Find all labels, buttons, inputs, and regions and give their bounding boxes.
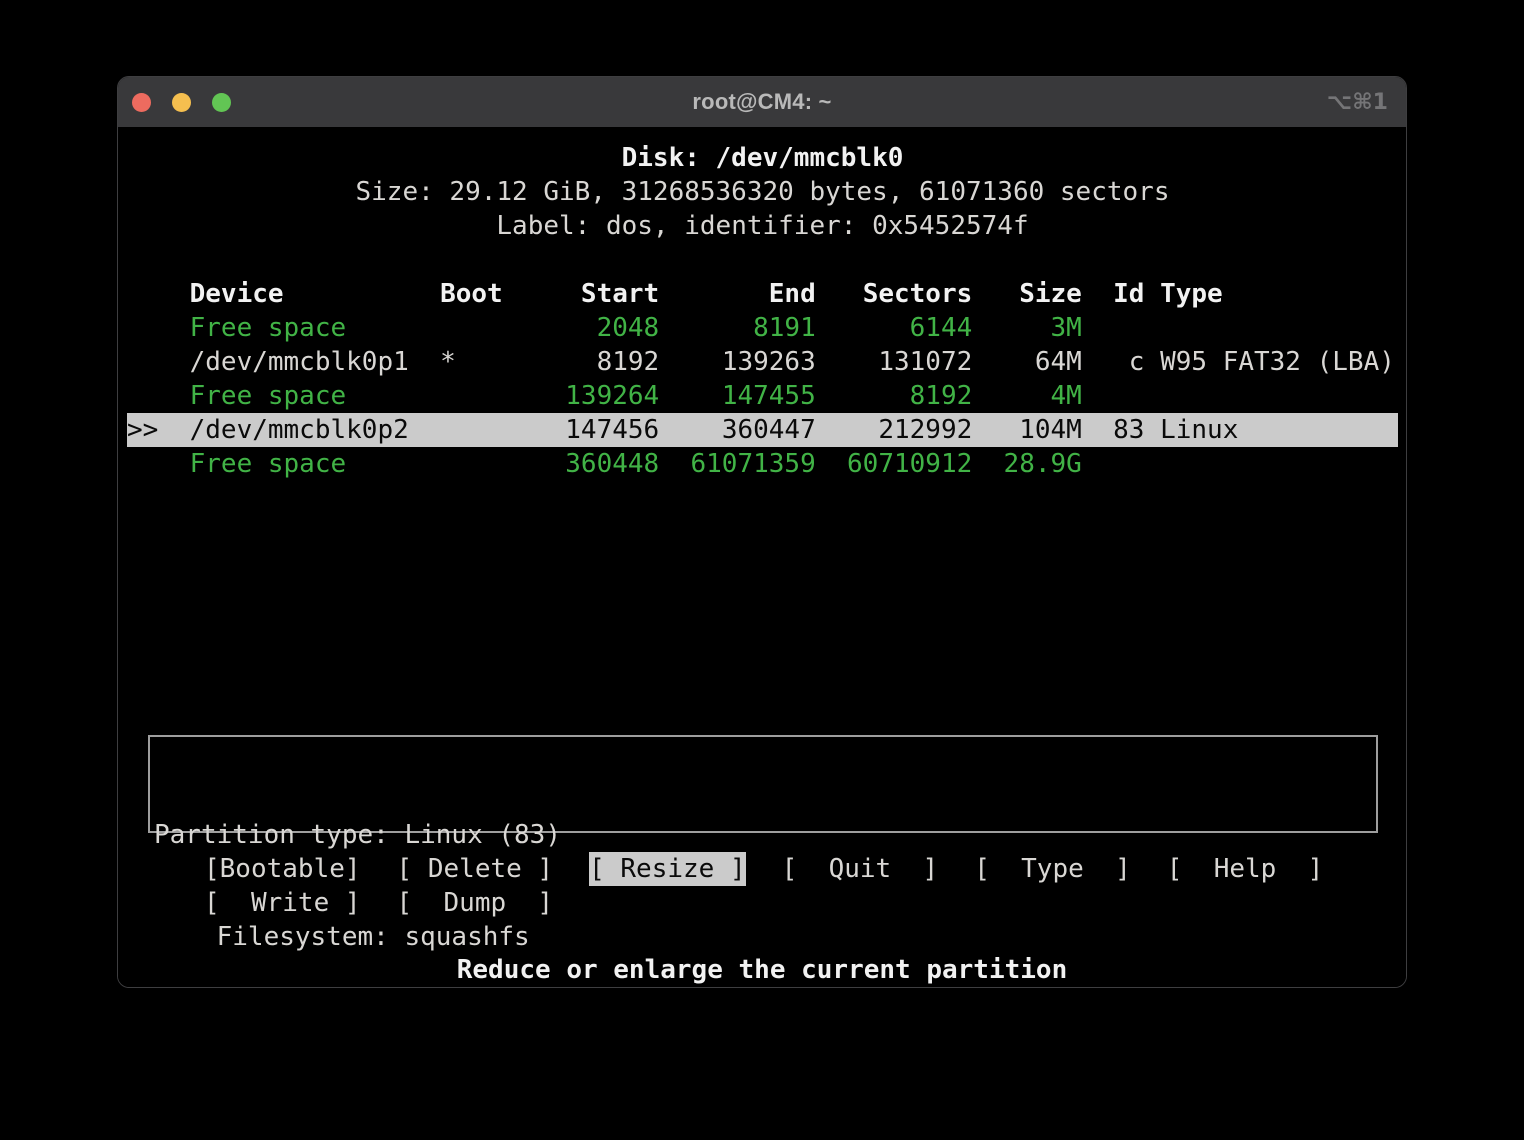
- partition-type-line: Partition type: Linux (83): [154, 818, 1372, 852]
- selection-marker: >>: [127, 413, 190, 447]
- col-header-device: Device: [190, 277, 440, 311]
- cell-size: 3M: [972, 311, 1082, 345]
- free-space-row[interactable]: Free space 360448 61071359 60710912 28.9…: [127, 447, 1398, 481]
- partition-info-box: Partition type: Linux (83) Filesystem: s…: [148, 735, 1378, 833]
- cell-start: 360448: [503, 447, 660, 481]
- col-header-sectors: Sectors: [816, 277, 973, 311]
- zoom-button[interactable]: [212, 93, 231, 112]
- cell-device: Free space: [190, 379, 440, 413]
- cell-id: [1082, 311, 1145, 345]
- cell-start: 139264: [503, 379, 660, 413]
- free-space-row[interactable]: Free space 2048 8191 6144 3M: [127, 311, 1398, 345]
- cell-size: 64M: [972, 345, 1082, 379]
- table-header-row: Device Boot Start End Sectors Size Id Ty…: [127, 277, 1398, 311]
- cell-size: 104M: [972, 413, 1082, 447]
- cell-start: 8192: [503, 345, 660, 379]
- cell-boot: [440, 447, 503, 481]
- partition-row-selected[interactable]: >> /dev/mmcblk0p2 147456 360447 212992 1…: [127, 413, 1398, 447]
- cell-device: Free space: [190, 447, 440, 481]
- cell-boot: *: [440, 345, 503, 379]
- terminal-window: root@CM4: ~ ⌥⌘1 Disk: /dev/mmcblk0 Size:…: [117, 76, 1407, 988]
- window-shortcut-badge: ⌥⌘1: [1327, 77, 1388, 127]
- col-header-boot: Boot: [440, 277, 503, 311]
- menu-item-quit[interactable]: [ Quit ]: [782, 852, 939, 886]
- cell-type: [1144, 447, 1398, 481]
- cell-end: 61071359: [659, 447, 816, 481]
- cell-sectors: 6144: [816, 311, 973, 345]
- cell-size: 4M: [972, 379, 1082, 413]
- cell-type: [1144, 379, 1398, 413]
- menu-row-1: [Bootable] [ Delete ] [ Resize ] [ Quit …: [118, 852, 1406, 886]
- menu-item-write[interactable]: [ Write ]: [204, 886, 361, 920]
- menu-item-delete[interactable]: [ Delete ]: [397, 852, 554, 886]
- titlebar: root@CM4: ~ ⌥⌘1: [118, 77, 1406, 127]
- cell-id: 83: [1082, 413, 1145, 447]
- cell-size: 28.9G: [972, 447, 1082, 481]
- cell-boot: [440, 413, 503, 447]
- disk-size-line: Size: 29.12 GiB, 31268536320 bytes, 6107…: [127, 175, 1398, 209]
- cell-boot: [440, 379, 503, 413]
- close-button[interactable]: [132, 93, 151, 112]
- cell-id: [1082, 379, 1145, 413]
- menu-row-2: [ Write ] [ Dump ]: [118, 886, 1406, 920]
- cell-sectors: 60710912: [816, 447, 973, 481]
- cell-end: 8191: [659, 311, 816, 345]
- col-header-end: End: [659, 277, 816, 311]
- col-header-size: Size: [972, 277, 1082, 311]
- menu-item-dump[interactable]: [ Dump ]: [397, 886, 554, 920]
- free-space-row[interactable]: Free space 139264 147455 8192 4M: [127, 379, 1398, 413]
- menu-item-help[interactable]: [ Help ]: [1167, 852, 1324, 886]
- cell-device: /dev/mmcblk0p1: [190, 345, 440, 379]
- cell-boot: [440, 311, 503, 345]
- cell-end: 147455: [659, 379, 816, 413]
- cell-end: 360447: [659, 413, 816, 447]
- cell-end: 139263: [659, 345, 816, 379]
- cell-sectors: 8192: [816, 379, 973, 413]
- cell-start: 2048: [503, 311, 660, 345]
- cell-type: [1144, 311, 1398, 345]
- terminal-content: Disk: /dev/mmcblk0 Size: 29.12 GiB, 3126…: [118, 127, 1406, 988]
- col-header-start: Start: [503, 277, 660, 311]
- cell-type: W95 FAT32 (LBA): [1144, 345, 1398, 379]
- partition-row[interactable]: /dev/mmcblk0p1 * 8192 139263 131072 64M …: [127, 345, 1398, 379]
- cell-device: /dev/mmcblk0p2: [190, 413, 440, 447]
- cell-sectors: 131072: [816, 345, 973, 379]
- cell-id: c: [1082, 345, 1145, 379]
- traffic-lights: [132, 77, 231, 127]
- disk-label-line: Label: dos, identifier: 0x5452574f: [127, 209, 1398, 243]
- window-title: root@CM4: ~: [692, 89, 831, 115]
- cell-sectors: 212992: [816, 413, 973, 447]
- status-line: Reduce or enlarge the current partition: [118, 953, 1406, 987]
- col-header-type: Type: [1144, 277, 1398, 311]
- minimize-button[interactable]: [172, 93, 191, 112]
- action-menu: [Bootable] [ Delete ] [ Resize ] [ Quit …: [118, 852, 1406, 920]
- menu-item-resize[interactable]: [ Resize ]: [589, 852, 746, 886]
- menu-item-type[interactable]: [ Type ]: [974, 852, 1131, 886]
- filesystem-line: Filesystem: squashfs: [154, 920, 1372, 954]
- cell-start: 147456: [503, 413, 660, 447]
- cell-device: Free space: [190, 311, 440, 345]
- cell-type: Linux: [1144, 413, 1398, 447]
- menu-item-bootable[interactable]: [Bootable]: [204, 852, 361, 886]
- cell-id: [1082, 447, 1145, 481]
- disk-title: Disk: /dev/mmcblk0: [127, 141, 1398, 175]
- col-header-id: Id: [1082, 277, 1145, 311]
